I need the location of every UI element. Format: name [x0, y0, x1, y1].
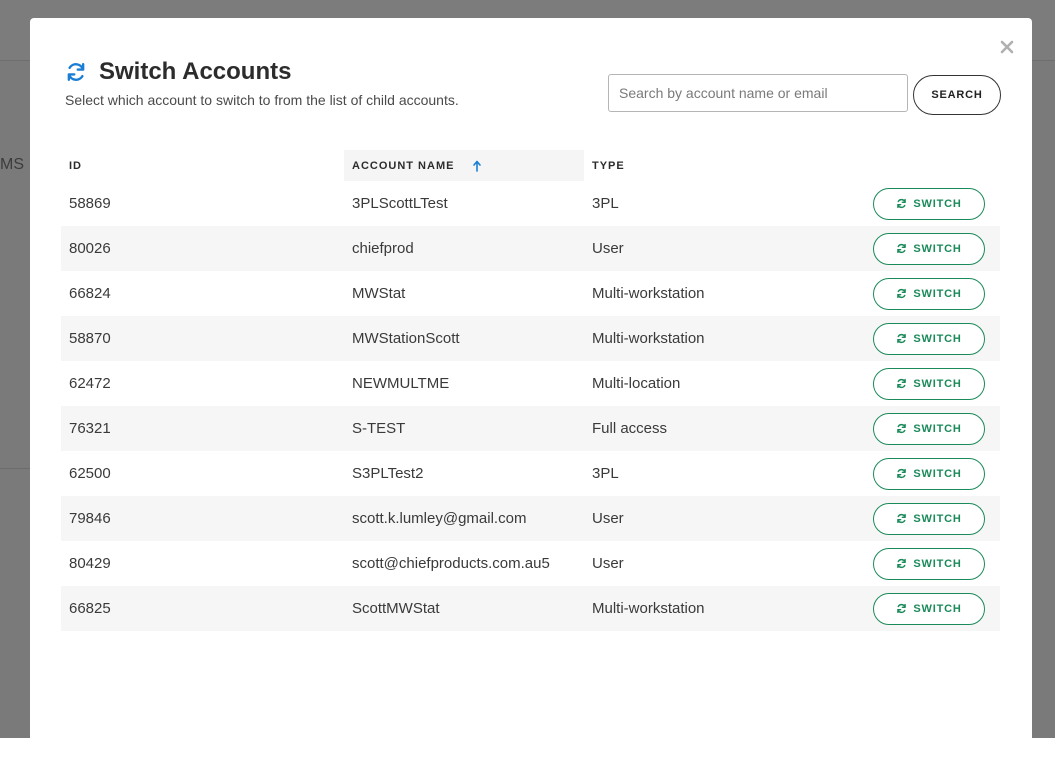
- account-id-cell: 62472: [69, 375, 111, 392]
- account-name-cell: scott@chiefproducts.com.au5: [352, 555, 550, 572]
- column-header-id[interactable]: ID: [61, 150, 344, 181]
- table-row: 79846 scott.k.lumley@gmail.com User SWIT…: [61, 496, 1000, 541]
- refresh-icon: [896, 288, 907, 299]
- account-type-cell: 3PL: [592, 195, 619, 212]
- switch-button-label: SWITCH: [913, 422, 962, 435]
- account-type-cell: User: [592, 555, 624, 572]
- refresh-icon: [65, 61, 87, 83]
- switch-button-label: SWITCH: [913, 512, 962, 525]
- account-type-cell: Multi-workstation: [592, 600, 705, 617]
- account-id-cell: 58870: [69, 330, 111, 347]
- table-row: 80026 chiefprod User SWITCH: [61, 226, 1000, 271]
- account-name-cell: NEWMULTME: [352, 375, 450, 392]
- account-name-cell: MWStationScott: [352, 330, 460, 347]
- action-cell: SWITCH: [834, 232, 1000, 265]
- account-id-cell: 58869: [69, 195, 111, 212]
- account-type-cell: Multi-workstation: [592, 285, 705, 302]
- table-row: 80429 scott@chiefproducts.com.au5 User S…: [61, 541, 1000, 586]
- switch-button-label: SWITCH: [913, 332, 962, 345]
- switch-button[interactable]: SWITCH: [873, 457, 985, 490]
- switch-button[interactable]: SWITCH: [873, 187, 985, 220]
- switch-button-label: SWITCH: [913, 242, 962, 255]
- account-type-cell: Multi-location: [592, 375, 681, 392]
- account-id-cell: 80429: [69, 555, 111, 572]
- account-name-cell: S-TEST: [352, 420, 406, 437]
- table-row: 62500 S3PLTest2 3PL SWITCH: [61, 451, 1000, 496]
- table-row: 66824 MWStat Multi-workstation SWITCH: [61, 271, 1000, 316]
- account-name-cell: chiefprod: [352, 240, 414, 257]
- close-icon[interactable]: [998, 38, 1016, 56]
- refresh-icon: [896, 243, 907, 254]
- switch-button[interactable]: SWITCH: [873, 277, 985, 310]
- action-cell: SWITCH: [834, 592, 1000, 625]
- switch-button-label: SWITCH: [913, 602, 962, 615]
- column-header-label: ACCOUNT NAME: [352, 159, 455, 172]
- refresh-icon: [896, 468, 907, 479]
- action-cell: SWITCH: [834, 187, 1000, 220]
- table-body: 58869 3PLScottLTest 3PL SWITCH 80026 chi…: [61, 181, 1000, 631]
- account-id-cell: 76321: [69, 420, 111, 437]
- search-input[interactable]: [608, 74, 908, 112]
- switch-button[interactable]: SWITCH: [873, 232, 985, 265]
- table-row: 58870 MWStationScott Multi-workstation S…: [61, 316, 1000, 361]
- table-row: 66825 ScottMWStat Multi-workstation SWIT…: [61, 586, 1000, 631]
- search-button[interactable]: SEARCH: [913, 75, 1001, 115]
- account-name-cell: MWStat: [352, 285, 406, 302]
- switch-accounts-modal: Switch Accounts Select which account to …: [30, 18, 1032, 758]
- switch-button-label: SWITCH: [913, 287, 962, 300]
- action-cell: SWITCH: [834, 502, 1000, 535]
- switch-button[interactable]: SWITCH: [873, 322, 985, 355]
- table-row: 58869 3PLScottLTest 3PL SWITCH: [61, 181, 1000, 226]
- switch-button[interactable]: SWITCH: [873, 547, 985, 580]
- refresh-icon: [896, 198, 907, 209]
- account-name-cell: scott.k.lumley@gmail.com: [352, 510, 527, 527]
- account-name-cell: S3PLTest2: [352, 465, 424, 482]
- refresh-icon: [896, 603, 907, 614]
- switch-button-label: SWITCH: [913, 557, 962, 570]
- switch-button-label: SWITCH: [913, 377, 962, 390]
- account-id-cell: 66824: [69, 285, 111, 302]
- background-partial-text: MS: [0, 156, 24, 173]
- accounts-table: ID ACCOUNT NAME TYPE 58869 3PLScottLTest…: [61, 150, 1000, 631]
- refresh-icon: [896, 423, 907, 434]
- action-cell: SWITCH: [834, 277, 1000, 310]
- table-row: 62472 NEWMULTME Multi-location SWITCH: [61, 361, 1000, 406]
- account-id-cell: 80026: [69, 240, 111, 257]
- action-cell: SWITCH: [834, 457, 1000, 490]
- switch-button[interactable]: SWITCH: [873, 592, 985, 625]
- refresh-icon: [896, 333, 907, 344]
- account-type-cell: User: [592, 510, 624, 527]
- modal-header: Switch Accounts Select which account to …: [65, 58, 459, 108]
- account-type-cell: Multi-workstation: [592, 330, 705, 347]
- column-header-type[interactable]: TYPE: [584, 150, 834, 181]
- account-id-cell: 62500: [69, 465, 111, 482]
- account-type-cell: 3PL: [592, 465, 619, 482]
- refresh-icon: [896, 558, 907, 569]
- background-divider: [0, 468, 30, 469]
- action-cell: SWITCH: [834, 322, 1000, 355]
- switch-button[interactable]: SWITCH: [873, 367, 985, 400]
- refresh-icon: [896, 513, 907, 524]
- refresh-icon: [896, 378, 907, 389]
- account-type-cell: User: [592, 240, 624, 257]
- modal-subtitle: Select which account to switch to from t…: [65, 92, 459, 108]
- account-name-cell: ScottMWStat: [352, 600, 440, 617]
- switch-button-label: SWITCH: [913, 467, 962, 480]
- account-id-cell: 66825: [69, 600, 111, 617]
- modal-title: Switch Accounts: [99, 58, 292, 85]
- action-cell: SWITCH: [834, 547, 1000, 580]
- switch-button-label: SWITCH: [913, 197, 962, 210]
- table-row: 76321 S-TEST Full access SWITCH: [61, 406, 1000, 451]
- arrow-up-icon: [472, 160, 482, 172]
- column-header-account-name[interactable]: ACCOUNT NAME: [344, 150, 584, 181]
- action-cell: SWITCH: [834, 412, 1000, 445]
- action-cell: SWITCH: [834, 367, 1000, 400]
- account-id-cell: 79846: [69, 510, 111, 527]
- table-header: ID ACCOUNT NAME TYPE: [61, 150, 1000, 181]
- account-type-cell: Full access: [592, 420, 668, 437]
- account-name-cell: 3PLScottLTest: [352, 195, 448, 212]
- switch-button[interactable]: SWITCH: [873, 412, 985, 445]
- switch-button[interactable]: SWITCH: [873, 502, 985, 535]
